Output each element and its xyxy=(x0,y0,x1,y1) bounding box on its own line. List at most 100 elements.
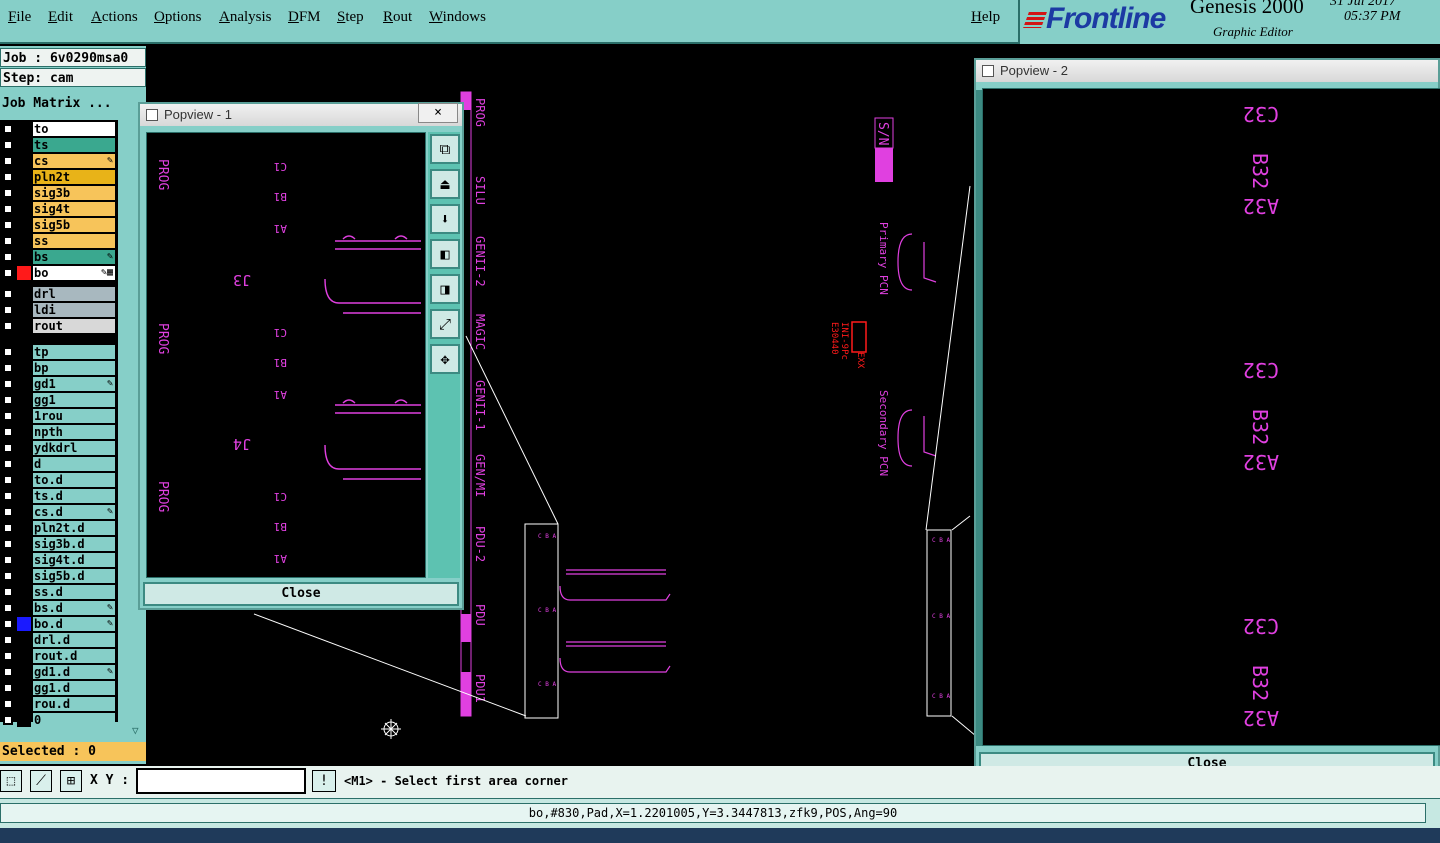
layer-color-swatch[interactable] xyxy=(17,585,31,599)
layer-row[interactable]: ss.d xyxy=(0,585,118,599)
layer-name[interactable]: pln2t.d xyxy=(33,521,115,535)
layer-row[interactable]: gg1.d xyxy=(0,681,118,695)
layer-checkbox[interactable] xyxy=(3,491,13,501)
layer-name[interactable]: sig5b xyxy=(33,218,115,232)
snap-grid-icon[interactable]: ⊞ xyxy=(60,770,82,792)
menu-options[interactable]: Options xyxy=(154,9,202,26)
layer-checkbox[interactable] xyxy=(3,475,13,485)
menu-analysis[interactable]: Analysis xyxy=(219,9,272,26)
layer-name[interactable]: sig3b xyxy=(33,186,115,200)
layer-row[interactable]: bs ✎ xyxy=(0,250,118,264)
layer-name[interactable]: tp xyxy=(33,345,115,359)
layer-checkbox[interactable] xyxy=(3,411,13,421)
layer-color-swatch[interactable] xyxy=(17,186,31,200)
layer-color-swatch[interactable] xyxy=(17,154,31,168)
layer-color-swatch[interactable] xyxy=(17,489,31,503)
layer-name[interactable]: gg1 xyxy=(33,393,115,407)
layer-color-swatch[interactable] xyxy=(17,361,31,375)
layer-checkbox[interactable] xyxy=(3,427,13,437)
menu-file[interactable]: File xyxy=(8,9,31,26)
layer-name[interactable]: bo.d ✎ xyxy=(33,617,115,631)
layer-color-swatch[interactable] xyxy=(17,521,31,535)
layer-row[interactable]: sig4t xyxy=(0,202,118,216)
layer-color-swatch[interactable] xyxy=(17,649,31,663)
layer-checkbox[interactable] xyxy=(3,204,13,214)
layer-name[interactable]: ts.d xyxy=(33,489,115,503)
menu-step[interactable]: Step xyxy=(337,9,364,26)
layer-name[interactable]: gg1.d xyxy=(33,681,115,695)
layer-name[interactable]: ydkdrl xyxy=(33,441,115,455)
layer-name[interactable]: bs ✎ xyxy=(33,250,115,264)
layer-row[interactable]: 1rou xyxy=(0,409,118,423)
layer-row[interactable]: ts.d xyxy=(0,489,118,503)
layer-name[interactable]: sig3b.d xyxy=(33,537,115,551)
layer-row[interactable]: gd1 ✎ xyxy=(0,377,118,391)
layer-name[interactable]: gd1.d ✎ xyxy=(33,665,115,679)
layer-color-swatch[interactable] xyxy=(17,138,31,152)
layer-checkbox[interactable] xyxy=(3,347,13,357)
popview-1-close-button[interactable]: Close xyxy=(143,582,459,606)
layer-checkbox[interactable] xyxy=(3,252,13,262)
menu-edit[interactable]: Edit xyxy=(48,9,73,26)
layer-color-swatch[interactable] xyxy=(17,345,31,359)
layer-row[interactable]: bo.d ✎ xyxy=(0,617,118,631)
layer-name[interactable]: sig4t.d xyxy=(33,553,115,567)
popview-2-titlebar[interactable]: Popview - 2 xyxy=(976,60,1438,82)
layer-row[interactable]: gd1.d ✎ xyxy=(0,665,118,679)
layer-row[interactable]: sig3b.d xyxy=(0,537,118,551)
layer-checkbox[interactable] xyxy=(3,220,13,230)
layer-color-swatch[interactable] xyxy=(17,569,31,583)
layer-color-swatch[interactable] xyxy=(17,505,31,519)
layer-color-swatch[interactable] xyxy=(17,537,31,551)
layer-color-swatch[interactable] xyxy=(17,601,31,615)
layer-checkbox[interactable] xyxy=(3,172,13,182)
menu-help[interactable]: Help xyxy=(971,9,1000,26)
layer-color-swatch[interactable] xyxy=(17,234,31,248)
select-mode-icon[interactable]: ⬚ xyxy=(0,770,22,792)
layer-row[interactable]: bs.d ✎ xyxy=(0,601,118,615)
menu-windows[interactable]: Windows xyxy=(429,9,486,26)
layer-color-swatch[interactable] xyxy=(17,473,31,487)
layer-color-swatch[interactable] xyxy=(17,377,31,391)
layer-color-swatch[interactable] xyxy=(17,713,31,727)
popview-2-viewport[interactable]: C32 B32 A32 C32 B32 A32 C32 B32 A32 xyxy=(982,88,1440,746)
layer-name[interactable]: sig4t xyxy=(33,202,115,216)
layer-name[interactable]: ts xyxy=(33,138,115,152)
layer-name[interactable]: npth xyxy=(33,425,115,439)
layer-row[interactable]: tp xyxy=(0,345,118,359)
job-matrix-button[interactable]: Job Matrix ... xyxy=(0,94,140,114)
layer-name[interactable]: 0 xyxy=(33,713,115,727)
zoom-fit-icon[interactable]: ⤢ xyxy=(430,309,460,339)
layer-row[interactable]: d xyxy=(0,457,118,471)
zoom-home-icon[interactable]: ⧉ xyxy=(430,134,460,164)
menu-actions[interactable]: Actions xyxy=(91,9,138,26)
layer-row[interactable]: rou.d xyxy=(0,697,118,711)
warning-icon[interactable]: ! xyxy=(312,770,336,792)
layer-color-swatch[interactable] xyxy=(17,218,31,232)
layer-name[interactable]: sig5b.d xyxy=(33,569,115,583)
layer-checkbox[interactable] xyxy=(3,699,13,709)
layer-color-swatch[interactable] xyxy=(17,633,31,647)
layer-up-icon[interactable]: ⏏ xyxy=(430,169,460,199)
layer-name[interactable]: to xyxy=(33,122,115,136)
layer-checkbox[interactable] xyxy=(3,619,13,629)
layer-color-swatch[interactable] xyxy=(17,202,31,216)
layer-checkbox[interactable] xyxy=(3,603,13,613)
layer-checkbox[interactable] xyxy=(3,363,13,373)
layer-color-swatch[interactable] xyxy=(17,457,31,471)
popview-1-viewport[interactable]: C1 B1 A1 C1 B1 A1 C1 B1 A1 J3 J4 PROG PROG PROG xyxy=(146,132,426,578)
layer-checkbox[interactable] xyxy=(3,523,13,533)
layer-checkbox[interactable] xyxy=(3,587,13,597)
layer-checkbox[interactable] xyxy=(3,715,13,725)
layer-color-swatch[interactable] xyxy=(17,617,31,631)
layer-name[interactable]: to.d xyxy=(33,473,115,487)
layer-name[interactable]: rout.d xyxy=(33,649,115,663)
layer-row[interactable]: to xyxy=(0,122,118,136)
layer-row[interactable]: to.d xyxy=(0,473,118,487)
layer-color-swatch[interactable] xyxy=(17,441,31,455)
layer-row[interactable]: rout.d xyxy=(0,649,118,663)
layer-checkbox[interactable] xyxy=(3,188,13,198)
layer-color-swatch[interactable] xyxy=(17,409,31,423)
layer-row[interactable]: sig3b xyxy=(0,186,118,200)
layer-row[interactable]: sig5b xyxy=(0,218,118,232)
